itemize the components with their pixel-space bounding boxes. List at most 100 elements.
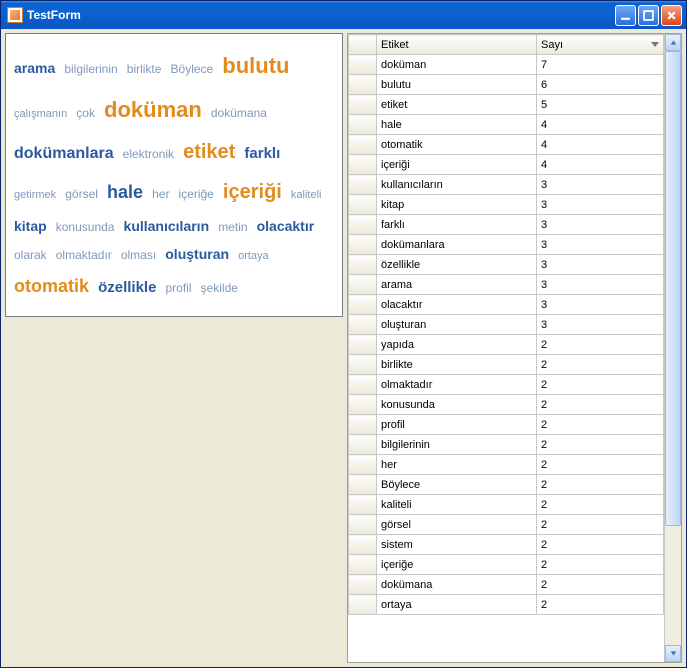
tag-cloud-word[interactable]: ortaya bbox=[238, 250, 269, 262]
cell-etiket[interactable]: özellikle bbox=[377, 255, 537, 275]
table-row[interactable]: hale4 bbox=[349, 115, 664, 135]
tag-cloud-word[interactable]: dokümana bbox=[211, 106, 267, 120]
scroll-down-button[interactable] bbox=[665, 645, 681, 662]
cell-etiket[interactable]: kitap bbox=[377, 195, 537, 215]
row-header-cell[interactable] bbox=[349, 535, 377, 555]
row-header-cell[interactable] bbox=[349, 315, 377, 335]
row-header-cell[interactable] bbox=[349, 475, 377, 495]
cell-sayi[interactable]: 2 bbox=[537, 475, 664, 495]
cell-sayi[interactable]: 2 bbox=[537, 535, 664, 555]
row-header-cell[interactable] bbox=[349, 595, 377, 615]
cell-etiket[interactable]: kullanıcıların bbox=[377, 175, 537, 195]
cell-sayi[interactable]: 2 bbox=[537, 495, 664, 515]
row-header-cell[interactable] bbox=[349, 175, 377, 195]
tag-cloud-word[interactable]: otomatik bbox=[14, 276, 89, 296]
cell-sayi[interactable]: 2 bbox=[537, 355, 664, 375]
row-header-cell[interactable] bbox=[349, 255, 377, 275]
cell-etiket[interactable]: oluşturan bbox=[377, 315, 537, 335]
table-row[interactable]: birlikte2 bbox=[349, 355, 664, 375]
table-row[interactable]: profil2 bbox=[349, 415, 664, 435]
table-row[interactable]: olacaktır3 bbox=[349, 295, 664, 315]
tag-cloud-word[interactable]: oluşturan bbox=[165, 246, 229, 262]
tag-cloud-word[interactable]: getirmek bbox=[14, 189, 56, 201]
table-row[interactable]: konusunda2 bbox=[349, 395, 664, 415]
cell-etiket[interactable]: konusunda bbox=[377, 395, 537, 415]
scroll-track[interactable] bbox=[665, 51, 681, 645]
cell-sayi[interactable]: 2 bbox=[537, 395, 664, 415]
table-row[interactable]: içeriğe2 bbox=[349, 555, 664, 575]
row-header-cell[interactable] bbox=[349, 555, 377, 575]
table-row[interactable]: arama3 bbox=[349, 275, 664, 295]
tag-cloud-word[interactable]: arama bbox=[14, 60, 55, 76]
tag-cloud-word[interactable]: olması bbox=[121, 248, 156, 262]
row-header-cell[interactable] bbox=[349, 335, 377, 355]
cell-etiket[interactable]: görsel bbox=[377, 515, 537, 535]
row-header-cell[interactable] bbox=[349, 235, 377, 255]
titlebar[interactable]: TestForm bbox=[1, 1, 686, 29]
table-row[interactable]: her2 bbox=[349, 455, 664, 475]
row-header-cell[interactable] bbox=[349, 95, 377, 115]
cell-sayi[interactable]: 2 bbox=[537, 555, 664, 575]
cell-etiket[interactable]: farklı bbox=[377, 215, 537, 235]
cell-sayi[interactable]: 3 bbox=[537, 275, 664, 295]
row-header-cell[interactable] bbox=[349, 435, 377, 455]
tag-cloud-word[interactable]: hale bbox=[107, 182, 143, 202]
cell-sayi[interactable]: 2 bbox=[537, 375, 664, 395]
cell-etiket[interactable]: otomatik bbox=[377, 135, 537, 155]
cell-sayi[interactable]: 2 bbox=[537, 515, 664, 535]
tag-cloud-word[interactable]: içeriğe bbox=[179, 187, 214, 201]
row-header-cell[interactable] bbox=[349, 575, 377, 595]
table-row[interactable]: farklı3 bbox=[349, 215, 664, 235]
tag-cloud-word[interactable]: çalışmanın bbox=[14, 108, 67, 120]
row-header-cell[interactable] bbox=[349, 115, 377, 135]
table-row[interactable]: içeriği4 bbox=[349, 155, 664, 175]
row-header-cell[interactable] bbox=[349, 195, 377, 215]
row-header-cell[interactable] bbox=[349, 495, 377, 515]
cell-sayi[interactable]: 3 bbox=[537, 215, 664, 235]
scroll-up-button[interactable] bbox=[665, 34, 681, 51]
tag-cloud-word[interactable]: birlikte bbox=[127, 62, 162, 76]
row-header-cell[interactable] bbox=[349, 375, 377, 395]
tag-cloud-word[interactable]: etiket bbox=[183, 141, 235, 163]
tag-cloud-word[interactable]: kitap bbox=[14, 218, 47, 234]
table-row[interactable]: dokümana2 bbox=[349, 575, 664, 595]
table-row[interactable]: ortaya2 bbox=[349, 595, 664, 615]
table-row[interactable]: özellikle3 bbox=[349, 255, 664, 275]
table-row[interactable]: bulutu6 bbox=[349, 75, 664, 95]
column-header-sayi[interactable]: Sayı bbox=[537, 35, 664, 55]
cell-sayi[interactable]: 3 bbox=[537, 255, 664, 275]
cell-etiket[interactable]: dokümana bbox=[377, 575, 537, 595]
cell-sayi[interactable]: 3 bbox=[537, 175, 664, 195]
cell-etiket[interactable]: içeriğe bbox=[377, 555, 537, 575]
cell-etiket[interactable]: içeriği bbox=[377, 155, 537, 175]
tag-cloud-word[interactable]: profil bbox=[166, 281, 192, 295]
table-row[interactable]: doküman7 bbox=[349, 55, 664, 75]
table-row[interactable]: olmaktadır2 bbox=[349, 375, 664, 395]
tag-cloud-word[interactable]: konusunda bbox=[56, 220, 115, 234]
tag-cloud-word[interactable]: olarak bbox=[14, 248, 47, 262]
tag-cloud-word[interactable]: çok bbox=[76, 106, 95, 120]
vertical-scrollbar[interactable] bbox=[664, 34, 681, 662]
cell-sayi[interactable]: 5 bbox=[537, 95, 664, 115]
cell-sayi[interactable]: 3 bbox=[537, 315, 664, 335]
tag-cloud-word[interactable]: içeriği bbox=[223, 181, 282, 203]
row-header-cell[interactable] bbox=[349, 215, 377, 235]
table-row[interactable]: görsel2 bbox=[349, 515, 664, 535]
row-header-cell[interactable] bbox=[349, 155, 377, 175]
cell-etiket[interactable]: birlikte bbox=[377, 355, 537, 375]
tag-cloud-word[interactable]: metin bbox=[218, 220, 247, 234]
table-row[interactable]: bilgilerinin2 bbox=[349, 435, 664, 455]
cell-etiket[interactable]: ortaya bbox=[377, 595, 537, 615]
scroll-thumb[interactable] bbox=[665, 51, 681, 526]
cell-sayi[interactable]: 4 bbox=[537, 115, 664, 135]
cell-sayi[interactable]: 4 bbox=[537, 135, 664, 155]
row-header-cell[interactable] bbox=[349, 515, 377, 535]
tag-cloud-word[interactable]: her bbox=[152, 187, 169, 201]
table-row[interactable]: otomatik4 bbox=[349, 135, 664, 155]
tag-cloud-word[interactable]: özellikle bbox=[98, 279, 156, 296]
cell-etiket[interactable]: sistem bbox=[377, 535, 537, 555]
cell-sayi[interactable]: 2 bbox=[537, 335, 664, 355]
cell-etiket[interactable]: olacaktır bbox=[377, 295, 537, 315]
cell-sayi[interactable]: 2 bbox=[537, 415, 664, 435]
tag-cloud-word[interactable]: kullanıcıların bbox=[124, 218, 210, 234]
